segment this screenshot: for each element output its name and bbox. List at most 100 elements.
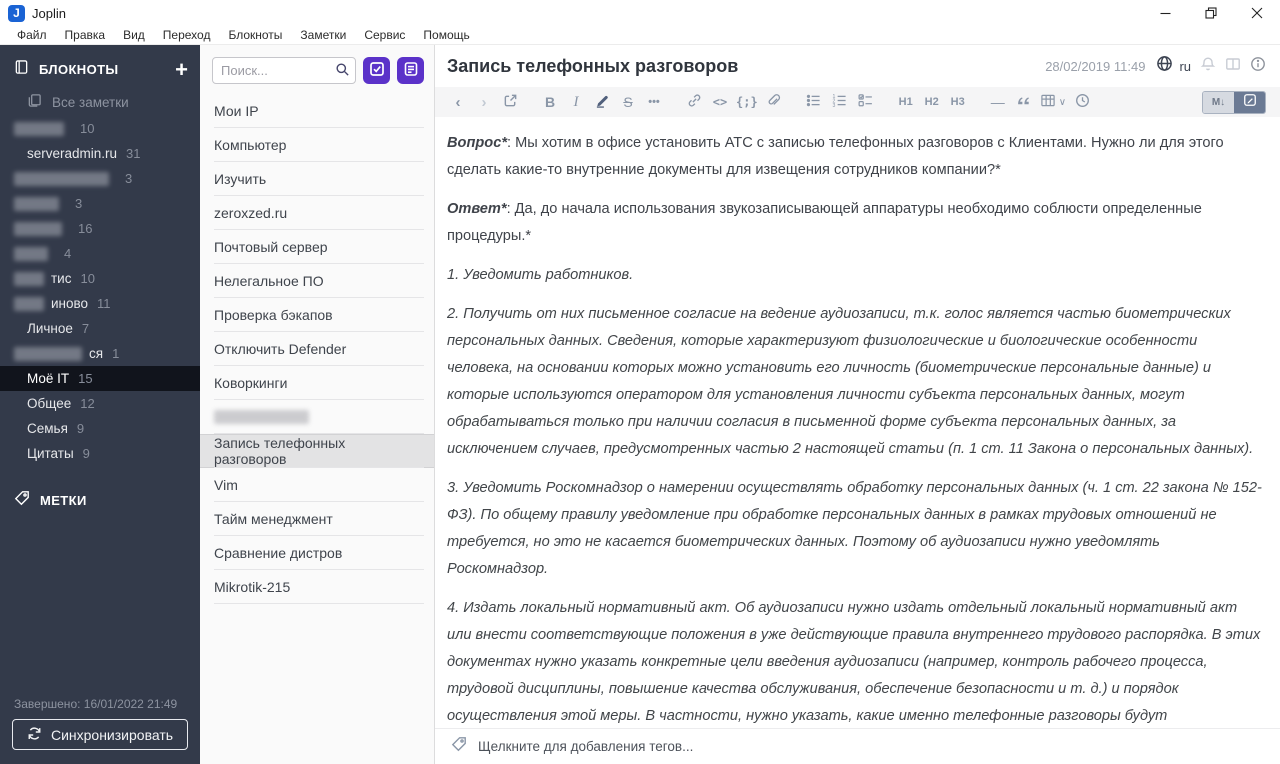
notebooks-title: БЛОКНОТЫ bbox=[39, 62, 119, 77]
menu-item-1[interactable]: Файл bbox=[8, 28, 56, 42]
heading-1-button[interactable]: H1 bbox=[893, 90, 919, 114]
minimize-button[interactable] bbox=[1142, 0, 1188, 26]
markdown-mode-button[interactable]: M↓ bbox=[1203, 92, 1234, 113]
paragraph-text: 1. Уведомить работников. bbox=[447, 267, 634, 283]
redacted-notebook-name bbox=[14, 271, 44, 286]
inline-code-button[interactable]: <> bbox=[707, 90, 733, 114]
layout-toggle-icon[interactable] bbox=[1225, 56, 1241, 77]
paragraph-lead: Вопрос* bbox=[447, 135, 507, 151]
more-options-glyph: ••• bbox=[648, 96, 660, 108]
menu-item-4[interactable]: Переход bbox=[154, 28, 220, 42]
notebook-item[interactable]: Моё IT 15 bbox=[0, 366, 200, 391]
insert-time-button[interactable] bbox=[1069, 90, 1095, 114]
notebook-item[interactable]: 3 bbox=[0, 191, 200, 216]
note-title-label: Коворкинги bbox=[214, 375, 288, 391]
note-list-item[interactable] bbox=[200, 400, 434, 434]
attach-file-button[interactable] bbox=[761, 90, 787, 114]
notebook-item[interactable]: Общее 12 bbox=[0, 391, 200, 416]
notebook-item[interactable]: 16 bbox=[0, 216, 200, 241]
synchronize-button[interactable]: Синхронизировать bbox=[12, 719, 188, 750]
note-document-icon bbox=[403, 61, 419, 80]
note-list-item[interactable]: Запись телефонных разговоров bbox=[200, 434, 434, 468]
table-button[interactable]: ∨ bbox=[1037, 90, 1069, 114]
notebook-item[interactable]: Семья 9 bbox=[0, 416, 200, 441]
notebook-item[interactable]: иново 11 bbox=[0, 291, 200, 316]
horizontal-rule-button[interactable]: — bbox=[985, 90, 1011, 114]
joplin-logo-icon: J bbox=[8, 4, 25, 22]
note-list-item[interactable]: zeroxzed.ru bbox=[200, 196, 434, 230]
notebook-item[interactable]: тис 10 bbox=[0, 266, 200, 291]
redacted-notebook-name bbox=[14, 296, 44, 311]
notebook-item[interactable]: ся 1 bbox=[0, 341, 200, 366]
restore-button[interactable] bbox=[1188, 0, 1234, 26]
notebook-item[interactable]: Личное 7 bbox=[0, 316, 200, 341]
new-todo-button[interactable] bbox=[363, 57, 390, 84]
heading-3-button[interactable]: H3 bbox=[945, 90, 971, 114]
hyperlink-button[interactable] bbox=[681, 90, 707, 114]
menu-item-7[interactable]: Сервис bbox=[355, 28, 414, 42]
notebook-item[interactable]: 10 bbox=[0, 116, 200, 141]
sidebar-item-all-notes[interactable]: Все заметки bbox=[0, 88, 200, 116]
new-note-button[interactable] bbox=[397, 57, 424, 84]
external-edit-button[interactable] bbox=[497, 90, 523, 114]
richtext-mode-button[interactable] bbox=[1234, 92, 1265, 113]
note-body[interactable]: Вопрос*: Мы хотим в офисе установить АТС… bbox=[435, 117, 1280, 764]
note-title-label: Сравнение дистров bbox=[214, 545, 343, 561]
redacted-note-title bbox=[214, 410, 309, 424]
note-list-item[interactable]: Мои IP bbox=[200, 94, 434, 128]
note-paragraph: 2. Получить от них письменное согласие н… bbox=[447, 301, 1262, 463]
note-list-item[interactable]: Нелегальное ПО bbox=[200, 264, 434, 298]
note-list-item[interactable]: Отключить Defender bbox=[200, 332, 434, 366]
notebook-item[interactable]: 3 bbox=[0, 166, 200, 191]
strikethrough-glyph: S bbox=[623, 94, 633, 110]
more-options-button[interactable]: ••• bbox=[641, 90, 667, 114]
bold-button[interactable]: B bbox=[537, 90, 563, 114]
paragraph-text: : Мы хотим в офисе установить АТС с запи… bbox=[447, 135, 1224, 178]
italic-button[interactable]: I bbox=[563, 90, 589, 114]
notebook-count: 9 bbox=[76, 421, 85, 436]
code-block-button[interactable]: {;} bbox=[733, 90, 761, 114]
spellcheck-locale[interactable]: ru bbox=[1179, 59, 1191, 74]
heading-2-button[interactable]: H2 bbox=[919, 90, 945, 114]
alarm-bell-icon[interactable] bbox=[1200, 56, 1216, 77]
strikethrough-button[interactable]: S bbox=[615, 90, 641, 114]
menu-item-6[interactable]: Заметки bbox=[291, 28, 355, 42]
note-list-item[interactable]: Тайм менеджмент bbox=[200, 502, 434, 536]
note-list-item[interactable]: Компьютер bbox=[200, 128, 434, 162]
note-list-item[interactable]: Почтовый сервер bbox=[200, 230, 434, 264]
notebook-item[interactable]: serveradmin.ru 31 bbox=[0, 141, 200, 166]
checkbox-list-button[interactable] bbox=[853, 90, 879, 114]
joplin-window: J Joplin Файл Правка Вид Переход Блокноты Зам… bbox=[0, 0, 1280, 764]
note-list-item[interactable]: Mikrotik-215 bbox=[200, 570, 434, 604]
block-quote-button[interactable] bbox=[1011, 90, 1037, 114]
menu-item-2[interactable]: Правка bbox=[56, 28, 115, 42]
paragraph-text: : Да, до начала использования звукозапис… bbox=[447, 201, 1202, 244]
note-list-item[interactable]: Сравнение дистров bbox=[200, 536, 434, 570]
note-list-item[interactable]: Проверка бэкапов bbox=[200, 298, 434, 332]
notebook-item[interactable]: 4 bbox=[0, 241, 200, 266]
note-title-label: Тайм менеджмент bbox=[214, 511, 333, 527]
note-list-item[interactable]: Коворкинги bbox=[200, 366, 434, 400]
highlight-button[interactable] bbox=[589, 90, 615, 114]
note-properties-icon[interactable] bbox=[1250, 56, 1266, 77]
heading-2-glyph: H2 bbox=[924, 96, 939, 108]
block-quote-icon bbox=[1016, 94, 1031, 110]
bulleted-list-button[interactable] bbox=[801, 90, 827, 114]
back-glyph: ‹ bbox=[455, 93, 461, 111]
globe-icon[interactable] bbox=[1156, 55, 1173, 77]
menu-item-8[interactable]: Помощь bbox=[414, 28, 478, 42]
tag-bar[interactable]: Щелкните для добавления тегов... bbox=[435, 728, 1280, 764]
notebook-item[interactable]: Цитаты 9 bbox=[0, 441, 200, 466]
numbered-list-button[interactable]: 123 bbox=[827, 90, 853, 114]
notebook-count: 1 bbox=[112, 346, 120, 361]
note-list-item[interactable]: Изучить bbox=[200, 162, 434, 196]
note-list-item[interactable]: Vim bbox=[200, 468, 434, 502]
note-title[interactable]: Запись телефонных разговоров bbox=[447, 56, 738, 77]
menu-item-5[interactable]: Блокноты bbox=[219, 28, 291, 42]
menu-item-3[interactable]: Вид bbox=[114, 28, 154, 42]
close-button[interactable] bbox=[1234, 0, 1280, 26]
add-notebook-button[interactable]: + bbox=[175, 58, 188, 80]
sync-status: Завершено: 16/01/2022 21:49 bbox=[14, 697, 178, 711]
back-button[interactable]: ‹ bbox=[445, 90, 471, 114]
add-tags-label: Щелкните для добавления тегов... bbox=[478, 739, 694, 754]
